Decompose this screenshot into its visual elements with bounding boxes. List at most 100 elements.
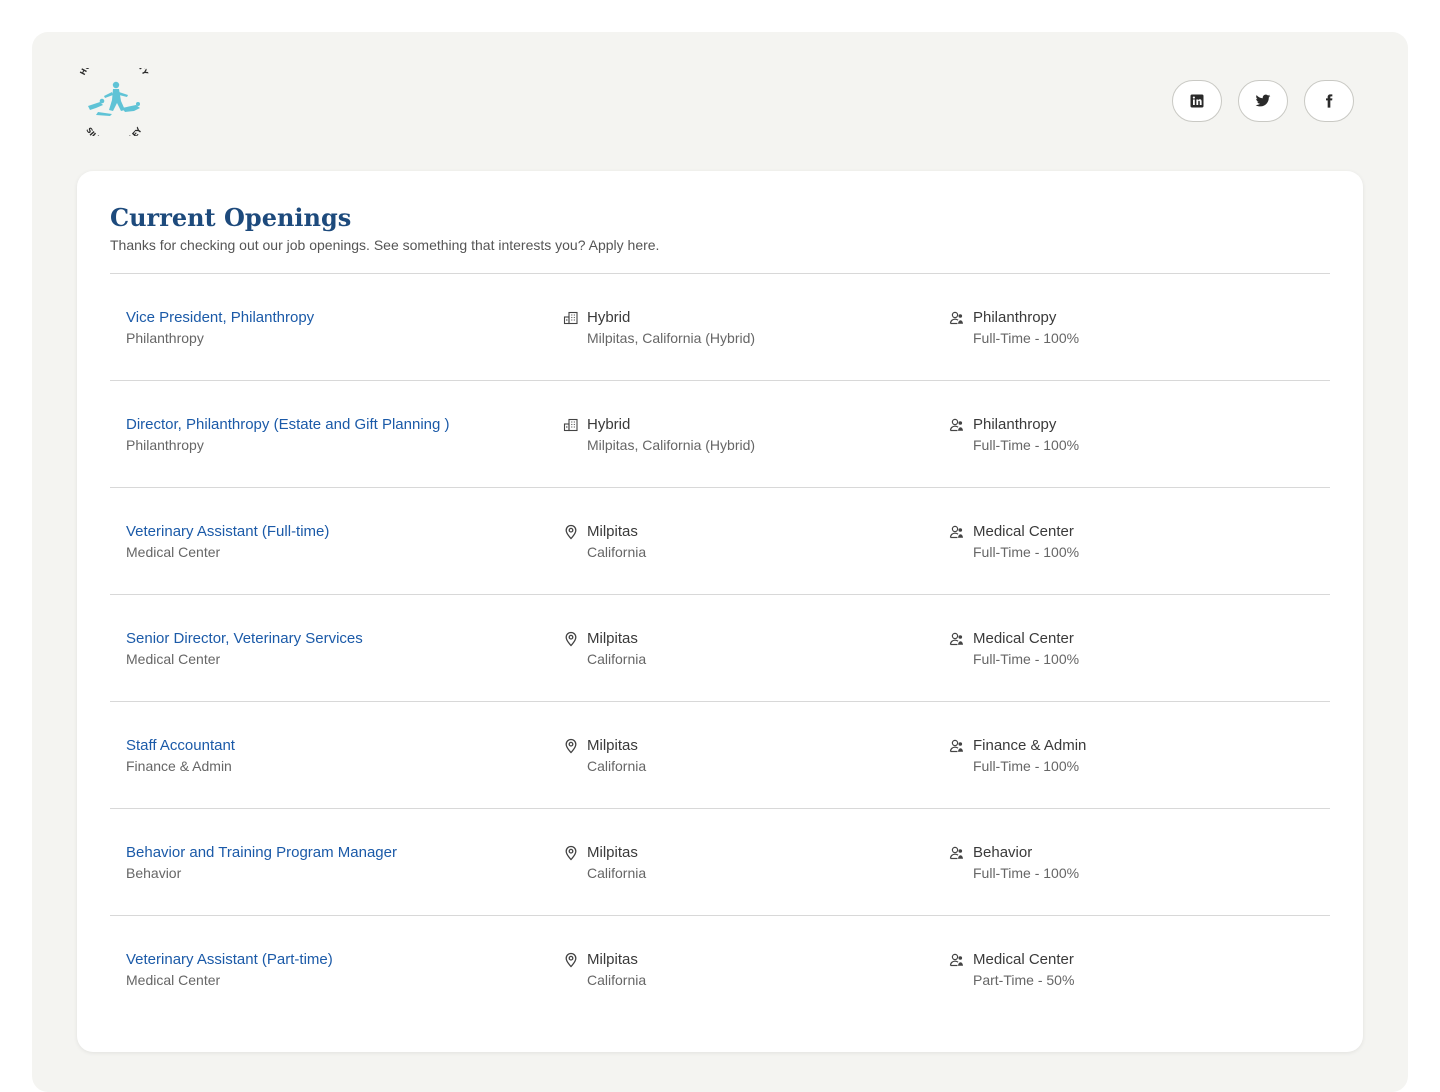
location-type: Hybrid — [587, 416, 631, 433]
job-team: Finance & Admin Full-Time - 100% — [949, 735, 1086, 777]
location-city: Milpitas — [587, 844, 638, 861]
team-people-icon — [949, 311, 963, 325]
job-info: Veterinary Assistant (Full-time) Medical… — [126, 521, 329, 563]
logo-graphic: HUMANE SOCIETY SILICON VALLEY — [78, 49, 150, 148]
location-detail: Milpitas, California (Hybrid) — [587, 330, 756, 346]
job-info: Veterinary Assistant (Part-time) Medical… — [126, 949, 333, 991]
job-title-link[interactable]: Staff Accountant — [126, 735, 235, 756]
linkedin-icon — [1190, 94, 1204, 108]
job-team: Behavior Full-Time - 100% — [949, 842, 1079, 884]
job-department: Medical Center — [126, 972, 221, 988]
job-title-link[interactable]: Vice President, Philanthropy — [126, 307, 314, 328]
location-pin-icon — [565, 845, 577, 861]
team-people-icon — [949, 525, 963, 539]
job-team: Medical Center Full-Time - 100% — [949, 628, 1079, 670]
page-subtitle: Thanks for checking out our job openings… — [110, 235, 1330, 274]
job-list: Vice President, Philanthropy Philanthrop… — [110, 274, 1330, 1023]
job-row: Senior Director, Veterinary Services Med… — [110, 595, 1330, 702]
location-city: Milpitas — [587, 523, 638, 540]
job-title-link[interactable]: Veterinary Assistant (Full-time) — [126, 521, 329, 542]
facebook-icon — [1326, 94, 1333, 108]
team-people-icon — [949, 632, 963, 646]
location-pin-icon — [565, 631, 577, 647]
job-row: Veterinary Assistant (Full-time) Medical… — [110, 488, 1330, 595]
twitter-icon — [1255, 94, 1271, 107]
job-info: Staff Accountant Finance & Admin — [126, 735, 235, 777]
employment-type: Full-Time - 100% — [973, 330, 1080, 346]
job-info: Senior Director, Veterinary Services Med… — [126, 628, 363, 670]
location-detail: California — [587, 972, 647, 988]
page-title: Current Openings — [110, 203, 352, 232]
job-department: Finance & Admin — [126, 758, 232, 774]
svg-text:HUMANE SOCIETY: HUMANE SOCIETY — [78, 68, 150, 77]
employment-type: Full-Time - 100% — [973, 544, 1080, 560]
openings-card: Current Openings Thanks for checking out… — [77, 171, 1363, 1052]
job-team: Medical Center Part-Time - 50% — [949, 949, 1074, 991]
page-background: HUMANE SOCIETY SILICON VALLEY — [32, 32, 1408, 1092]
job-title-link[interactable]: Veterinary Assistant (Part-time) — [126, 949, 333, 970]
employment-type: Full-Time - 100% — [973, 865, 1080, 881]
team-name: Medical Center — [973, 951, 1074, 968]
job-row: Director, Philanthropy (Estate and Gift … — [110, 381, 1330, 488]
job-location: Hybrid Milpitas, California (Hybrid) — [563, 307, 755, 349]
team-people-icon — [949, 418, 963, 432]
hybrid-building-icon — [563, 311, 578, 325]
location-city: Milpitas — [587, 630, 638, 647]
employment-type: Full-Time - 100% — [973, 651, 1080, 667]
job-row: Behavior and Training Program Manager Be… — [110, 809, 1330, 916]
job-location: Milpitas California — [563, 735, 646, 777]
job-department: Philanthropy — [126, 330, 204, 346]
team-name: Philanthropy — [973, 309, 1057, 326]
job-row: Veterinary Assistant (Part-time) Medical… — [110, 916, 1330, 1023]
job-department: Behavior — [126, 865, 182, 881]
job-row: Vice President, Philanthropy Philanthrop… — [110, 274, 1330, 381]
job-team: Philanthropy Full-Time - 100% — [949, 414, 1079, 456]
twitter-button[interactable] — [1238, 80, 1288, 122]
job-title-link[interactable]: Behavior and Training Program Manager — [126, 842, 397, 863]
team-name: Behavior — [973, 844, 1033, 861]
job-location: Milpitas California — [563, 842, 646, 884]
team-people-icon — [949, 846, 963, 860]
job-department: Medical Center — [126, 651, 221, 667]
job-location: Milpitas California — [563, 949, 646, 991]
team-people-icon — [949, 953, 963, 967]
team-name: Medical Center — [973, 523, 1074, 540]
hybrid-building-icon — [563, 418, 578, 432]
job-title-link[interactable]: Senior Director, Veterinary Services — [126, 628, 363, 649]
job-info: Behavior and Training Program Manager Be… — [126, 842, 397, 884]
job-department: Philanthropy — [126, 437, 204, 453]
svg-text:SILICON VALLEY: SILICON VALLEY — [84, 125, 144, 136]
job-info: Vice President, Philanthropy Philanthrop… — [126, 307, 314, 349]
job-location: Milpitas California — [563, 521, 646, 563]
humane-society-logo[interactable]: HUMANE SOCIETY SILICON VALLEY — [76, 49, 152, 148]
location-pin-icon — [565, 952, 577, 968]
location-city: Milpitas — [587, 737, 638, 754]
location-detail: Milpitas, California (Hybrid) — [587, 437, 756, 453]
team-name: Finance & Admin — [973, 737, 1087, 754]
facebook-button[interactable] — [1304, 80, 1354, 122]
employment-type: Full-Time - 100% — [973, 437, 1080, 453]
employment-type: Full-Time - 100% — [973, 758, 1080, 774]
team-name: Philanthropy — [973, 416, 1057, 433]
location-pin-icon — [565, 738, 577, 754]
job-info: Director, Philanthropy (Estate and Gift … — [126, 414, 450, 456]
location-city: Milpitas — [587, 951, 638, 968]
location-detail: California — [587, 758, 647, 774]
location-detail: California — [587, 865, 647, 881]
job-department: Medical Center — [126, 544, 221, 560]
location-detail: California — [587, 651, 647, 667]
team-name: Medical Center — [973, 630, 1074, 647]
social-links — [1172, 80, 1354, 122]
location-detail: California — [587, 544, 647, 560]
job-title-link[interactable]: Director, Philanthropy (Estate and Gift … — [126, 414, 450, 435]
job-team: Philanthropy Full-Time - 100% — [949, 307, 1079, 349]
team-people-icon — [949, 739, 963, 753]
employment-type: Part-Time - 50% — [973, 972, 1075, 988]
location-type: Hybrid — [587, 309, 631, 326]
job-location: Milpitas California — [563, 628, 646, 670]
job-location: Hybrid Milpitas, California (Hybrid) — [563, 414, 755, 456]
job-team: Medical Center Full-Time - 100% — [949, 521, 1079, 563]
location-pin-icon — [565, 524, 577, 540]
job-row: Staff Accountant Finance & Admin Milpita… — [110, 702, 1330, 809]
linkedin-button[interactable] — [1172, 80, 1222, 122]
